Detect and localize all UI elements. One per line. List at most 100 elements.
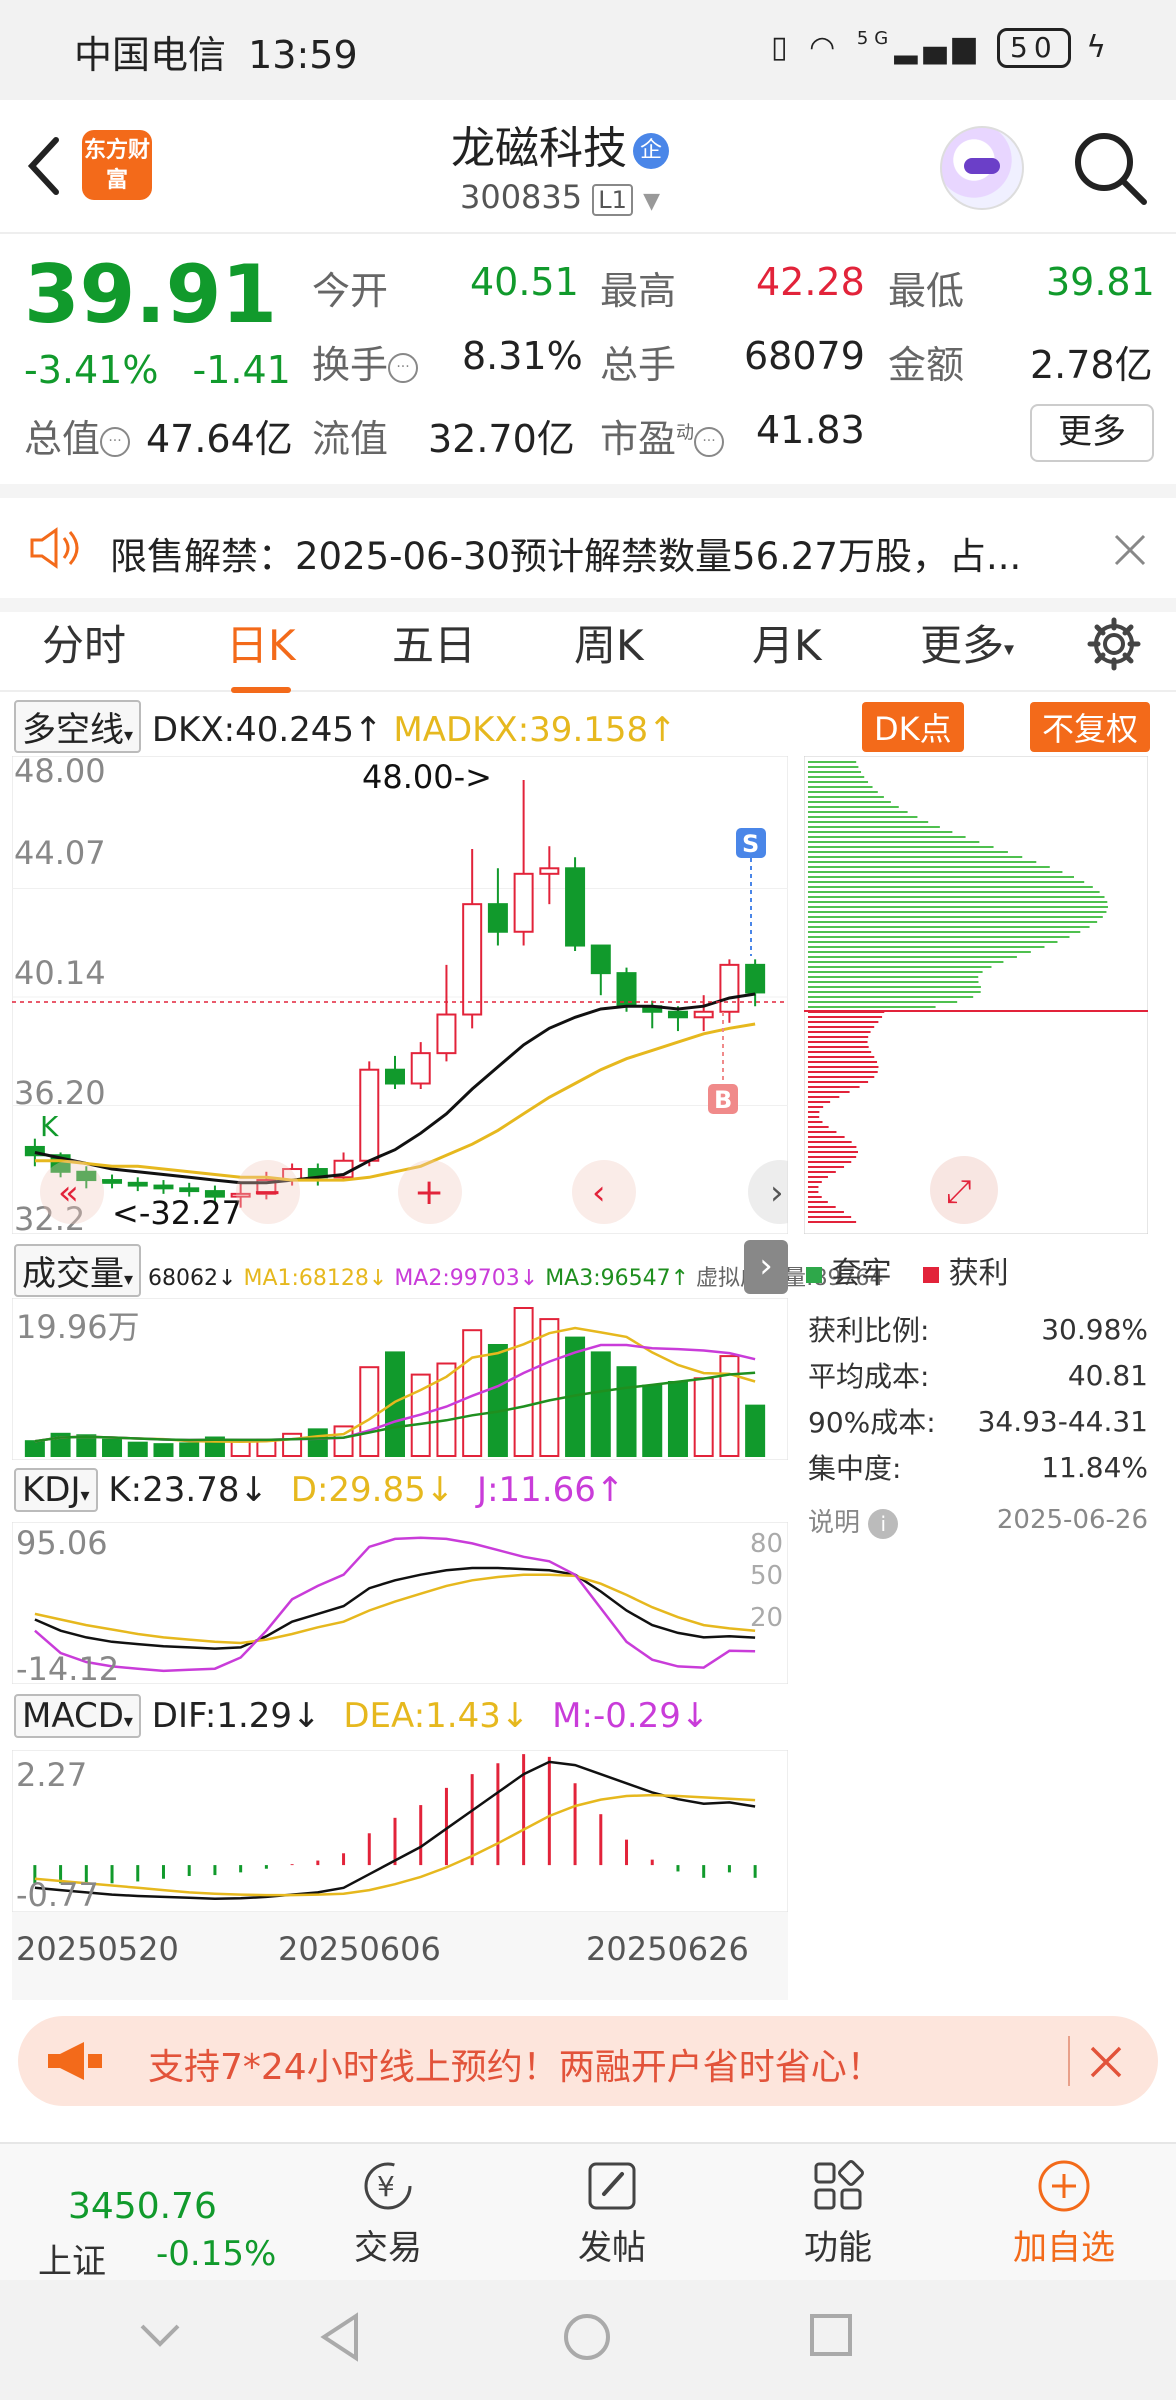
stock-code-row[interactable]: 300835 L1 ▼	[360, 178, 760, 216]
nav-post[interactable]: 发帖	[532, 2156, 692, 2269]
kdj-select[interactable]: KDJ▾	[14, 1468, 98, 1512]
info-icon[interactable]: ···	[388, 352, 419, 383]
date-label-mid: 20250606	[278, 1930, 441, 1968]
kline-chart[interactable]: 48.00 44.07 40.14 36.20 32.2 48.00-> <-3…	[12, 756, 788, 1234]
vibrate-icon: ▯	[771, 30, 794, 65]
info-icon[interactable]: ···	[100, 426, 131, 457]
trade-icon: ¥	[364, 2162, 412, 2210]
chevron-right-icon: ›	[770, 1173, 784, 1213]
system-navigation-bar	[0, 2280, 1176, 2400]
volume-current: 68062↓	[148, 1266, 237, 1291]
notice-bar[interactable]: 限售解禁：2025-06-30预计解禁数量56.27万股，占...	[0, 484, 1176, 612]
speaker-icon	[30, 527, 79, 569]
stock-name: 龙磁科技	[451, 123, 627, 174]
index-ticker[interactable]: 3450.76 上证 -0.15%	[38, 2154, 278, 2282]
recent-apps-icon[interactable]	[808, 2312, 854, 2358]
chip-stat-value: 34.93-44.31	[977, 1404, 1148, 1438]
stock-header: 东方财富 龙磁科技企 300835 L1 ▼	[0, 100, 1176, 234]
volume-bar	[539, 1318, 560, 1457]
tab-more[interactable]: 更多▾	[920, 612, 1014, 673]
clock: 13:59	[248, 33, 358, 77]
chip-note-label: 说明	[808, 1507, 861, 1538]
dea-value: DEA:1.43↓	[343, 1696, 530, 1736]
promo-banner[interactable]: 支持7*24小时线上预约！两融开户省时省心！	[18, 2016, 1158, 2106]
charging-icon: ϟ	[1086, 30, 1112, 65]
candle-body	[359, 1068, 380, 1162]
open-label: 今开	[312, 269, 389, 313]
search-icon[interactable]	[1070, 128, 1150, 208]
mktcap-label-text: 总值	[24, 417, 101, 461]
minus-icon: −	[252, 1172, 282, 1213]
chip-stat-row: 90%成本: 34.93-44.31	[808, 1398, 1148, 1444]
macd-chart[interactable]: 2.27 -0.77	[12, 1750, 788, 1912]
volume-bar	[179, 1442, 200, 1457]
nav-functions[interactable]: 功能	[758, 2156, 918, 2269]
expand-panel-button[interactable]: ›	[744, 1240, 788, 1294]
chevron-right-icon: ›	[759, 1246, 773, 1286]
kdj-indicator-row: KDJ▾ K:23.78↓ D:29.85↓ J:11.66↑	[14, 1468, 624, 1512]
robot-assistant-icon[interactable]	[940, 126, 1024, 210]
wifi-icon: ◠	[809, 30, 842, 65]
battery-icon: 50	[997, 28, 1071, 68]
more-quote-button[interactable]: 更多	[1030, 404, 1154, 462]
volume-bar	[513, 1307, 534, 1457]
nav-post-label: 发帖	[578, 2228, 646, 2268]
home-circle-icon[interactable]	[562, 2312, 612, 2362]
edit-post-icon	[588, 2162, 636, 2210]
kdj-level-50: 50	[750, 1561, 783, 1591]
chip-stat-label: 获利比例:	[808, 1314, 930, 1347]
back-triangle-icon[interactable]	[318, 2312, 362, 2362]
tab-minute[interactable]: 分时	[42, 612, 126, 673]
notice-text: 限售解禁：2025-06-30预计解禁数量56.27万股，占...	[110, 535, 1022, 578]
high-label: 最高	[600, 269, 677, 313]
kline-frame	[12, 756, 788, 1234]
volume-chart[interactable]: 19.96万	[12, 1298, 788, 1460]
turnover-value: 8.31%	[462, 334, 583, 378]
stock-code: 300835	[459, 178, 583, 216]
close-icon[interactable]	[1088, 2044, 1124, 2080]
y-label-3: 40.14	[14, 954, 106, 992]
chip-note-row[interactable]: 说明 i 2025-06-26	[808, 1490, 1148, 1550]
volume-bar	[359, 1366, 380, 1457]
candle-body	[462, 903, 483, 1016]
dropdown-caret-icon: ▾	[123, 1711, 133, 1732]
tab-daily-k[interactable]: 日K	[226, 612, 296, 693]
volume-label: 总手	[600, 343, 677, 387]
settings-gear-icon[interactable]	[1086, 616, 1142, 672]
m-value: M:-0.29↓	[552, 1696, 710, 1736]
chip-note-date: 2025-06-26	[996, 1505, 1148, 1535]
candle-body	[693, 1010, 714, 1019]
status-carrier-time: 中国电信 13:59	[74, 24, 358, 79]
tab-weekly-k[interactable]: 周K	[574, 612, 644, 673]
nav-trade[interactable]: ¥ 交易	[308, 2156, 468, 2269]
legend-trapped: 套牢	[831, 1256, 892, 1291]
promo-divider	[1068, 2036, 1070, 2086]
open-value: 40.51	[470, 260, 579, 304]
no-adjust-button[interactable]: 不复权	[1030, 702, 1151, 752]
volume-bar	[693, 1377, 714, 1457]
volume-bar	[127, 1441, 148, 1457]
mktcap-value: 47.64亿	[146, 417, 293, 461]
macd-select[interactable]: MACD▾	[14, 1694, 141, 1738]
info-icon: i	[868, 1508, 899, 1539]
candle-body	[179, 1187, 200, 1193]
change-amount: -1.41	[192, 348, 291, 392]
volume-select[interactable]: 成交量▾	[14, 1244, 142, 1297]
info-icon[interactable]: ···	[694, 426, 725, 457]
dk-point-button[interactable]: DK点	[862, 702, 964, 752]
macd-indicator-row: MACD▾ DIF:1.29↓ DEA:1.43↓ M:-0.29↓	[14, 1694, 709, 1738]
chevron-down-icon[interactable]	[138, 2320, 182, 2350]
nav-add-watchlist[interactable]: 加自选	[984, 2156, 1144, 2269]
volume-value: 68079	[744, 334, 865, 378]
kdj-chart[interactable]: 95.06 -14.12 80 50 20	[12, 1522, 788, 1684]
close-icon[interactable]	[1112, 532, 1148, 568]
chip-stat-row: 获利比例: 30.98%	[808, 1306, 1148, 1352]
dkx-select[interactable]: 多空线▾	[14, 700, 142, 753]
volume-bar	[590, 1351, 611, 1457]
tab-monthly-k[interactable]: 月K	[752, 612, 822, 673]
chip-stat-row: 集中度: 11.84%	[808, 1444, 1148, 1490]
macd-y-top: 2.27	[16, 1756, 87, 1794]
back-arrow-icon[interactable]	[22, 134, 66, 198]
tab-five-day[interactable]: 五日	[392, 612, 476, 673]
pe-sup: 动	[676, 422, 695, 444]
